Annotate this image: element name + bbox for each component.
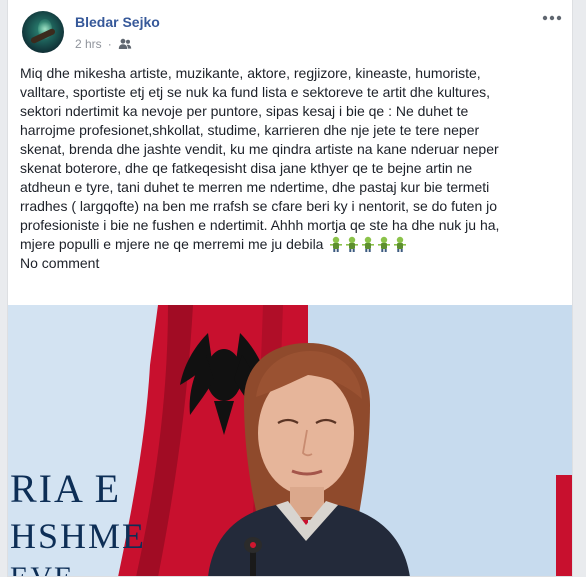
author-name[interactable]: Bledar Sejko (75, 14, 160, 30)
wall-text: RIA E (10, 466, 122, 511)
zombie-emoji (377, 236, 391, 252)
author-avatar[interactable] (22, 11, 64, 53)
zombie-emoji (393, 236, 407, 252)
more-options-button[interactable] (540, 8, 564, 28)
zombie-emoji (329, 236, 343, 252)
emoji-row (329, 236, 407, 252)
friends-icon[interactable] (118, 38, 132, 50)
zombie-emoji (361, 236, 375, 252)
flag-right-edge (556, 475, 572, 576)
post-text: Miq dhe mikesha artiste, muzikante, akto… (20, 64, 562, 273)
post-text-line: sektori ndertimit ka nevoje per puntore,… (20, 103, 469, 119)
post-text-line: atdheun e tyre, tani duhet te merren me … (20, 179, 490, 195)
post-text-line: valltare, sportiste etj etj se nuk ka fu… (20, 84, 491, 100)
wall-text: EVE (10, 561, 74, 576)
post-text-line: Miq dhe mikesha artiste, muzikante, akto… (20, 65, 481, 81)
facebook-post-card: Bledar Sejko 2 hrs · Miq dhe mikesha art… (7, 0, 573, 577)
post-timestamp[interactable]: 2 hrs (75, 37, 102, 51)
post-text-line: harrojme profesionet,shkollat, studime, … (20, 122, 480, 138)
zombie-emoji (345, 236, 359, 252)
post-text-last-line: mjere populli e mjere ne qe merremi me j… (20, 235, 562, 254)
more-dots-icon (542, 15, 562, 21)
post-photo[interactable]: RIA E HSHME EVE (8, 305, 572, 576)
post-text-line: skenat boterore, dhe qe fatkeqesisht dis… (20, 160, 473, 176)
post-text-line: profesioniste i bie ne fushen e ndertimi… (20, 217, 500, 233)
wall-text: HSHME (10, 516, 147, 556)
post-text-line: mjere populli e mjere ne qe merremi me j… (20, 236, 324, 252)
post-text-line: rradhes ( largqofte) na ben me rrafsh se… (20, 198, 498, 214)
post-meta: 2 hrs · (75, 37, 132, 51)
post-text-line: skenat, brenda dhe jashte vendit, ku me … (20, 141, 499, 157)
post-meta-dot: · (107, 37, 112, 51)
post-footer-line: No comment (20, 255, 100, 271)
